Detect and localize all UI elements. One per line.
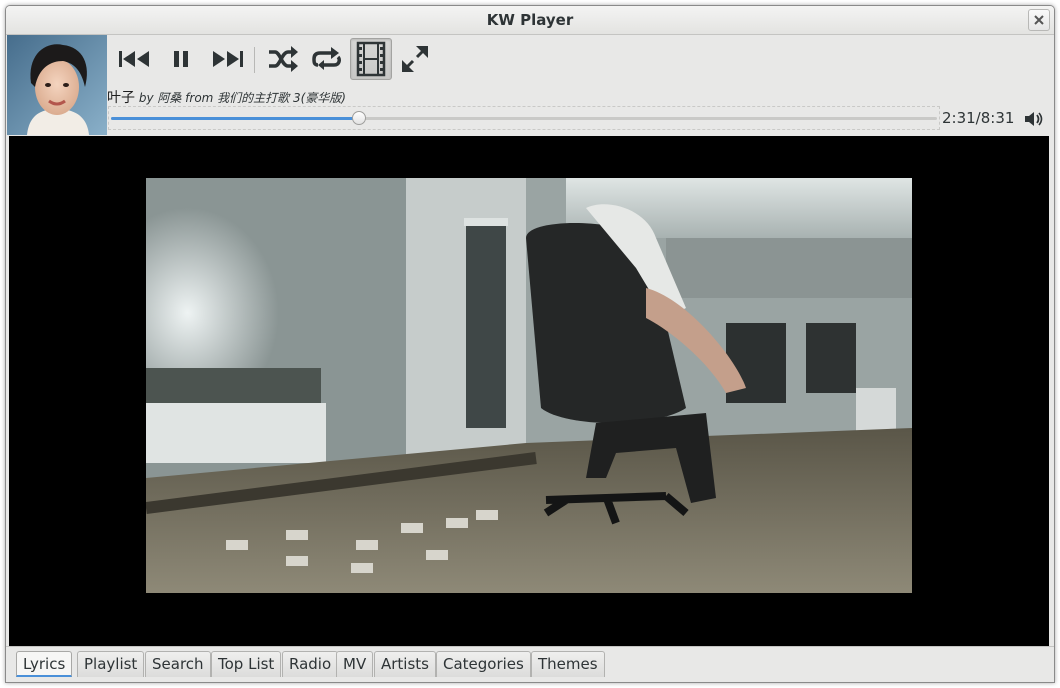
song-meta: by 阿桑 from 我们的主打歌 3(豪华版) [138, 91, 346, 105]
shuffle-button[interactable] [262, 38, 304, 80]
pause-icon [174, 51, 188, 67]
time-display: 2:31/8:31 [942, 109, 1015, 127]
seek-fill [111, 117, 359, 120]
window-title: KW Player [486, 11, 574, 29]
video-area[interactable] [9, 136, 1049, 646]
tab-artists[interactable]: Artists [374, 651, 436, 677]
expand-icon [402, 46, 428, 72]
volume-button[interactable] [1024, 110, 1044, 132]
repeat-button[interactable] [306, 38, 348, 80]
tab-top-list[interactable]: Top List [211, 651, 282, 677]
seek-bar[interactable] [108, 106, 940, 130]
seek-handle[interactable] [351, 111, 366, 125]
playback-toolbar [110, 35, 1050, 85]
tab-mv[interactable]: MV [336, 651, 374, 677]
tab-playlist[interactable]: Playlist [77, 651, 145, 677]
toolbar-separator [254, 47, 255, 73]
tab-lyrics[interactable]: Lyrics [16, 651, 73, 677]
repeat-icon [312, 47, 341, 70]
video-frame [146, 178, 912, 593]
tab-radio[interactable]: Radio [282, 651, 339, 677]
close-icon [1034, 15, 1044, 25]
fullscreen-button[interactable] [394, 38, 436, 80]
pause-button[interactable] [160, 38, 202, 80]
tab-search[interactable]: Search [145, 651, 211, 677]
video-button[interactable] [350, 38, 392, 80]
tab-bar: Lyrics Playlist Search Top List Radio MV Artis… [6, 646, 1054, 682]
film-icon [356, 41, 386, 77]
now-playing-info: 叶子 by 阿桑 from 我们的主打歌 3(豪华版) [107, 87, 346, 107]
next-button[interactable] [206, 38, 248, 80]
album-cover [7, 35, 107, 135]
shuffle-icon [269, 46, 298, 72]
speaker-icon [1025, 112, 1043, 126]
title-bar[interactable]: KW Player [6, 6, 1054, 35]
seek-track [111, 111, 937, 125]
close-button[interactable] [1028, 9, 1050, 31]
skip-forward-icon [213, 51, 243, 67]
tab-categories[interactable]: Categories [436, 651, 531, 677]
previous-button[interactable] [114, 38, 156, 80]
player-window: KW Player 叶子 by 阿桑 from 我们的主打歌 3(豪华版) 2:… [5, 5, 1055, 683]
tab-themes[interactable]: Themes [531, 651, 605, 677]
song-title: 叶子 [107, 90, 135, 106]
skip-back-icon [119, 51, 149, 67]
